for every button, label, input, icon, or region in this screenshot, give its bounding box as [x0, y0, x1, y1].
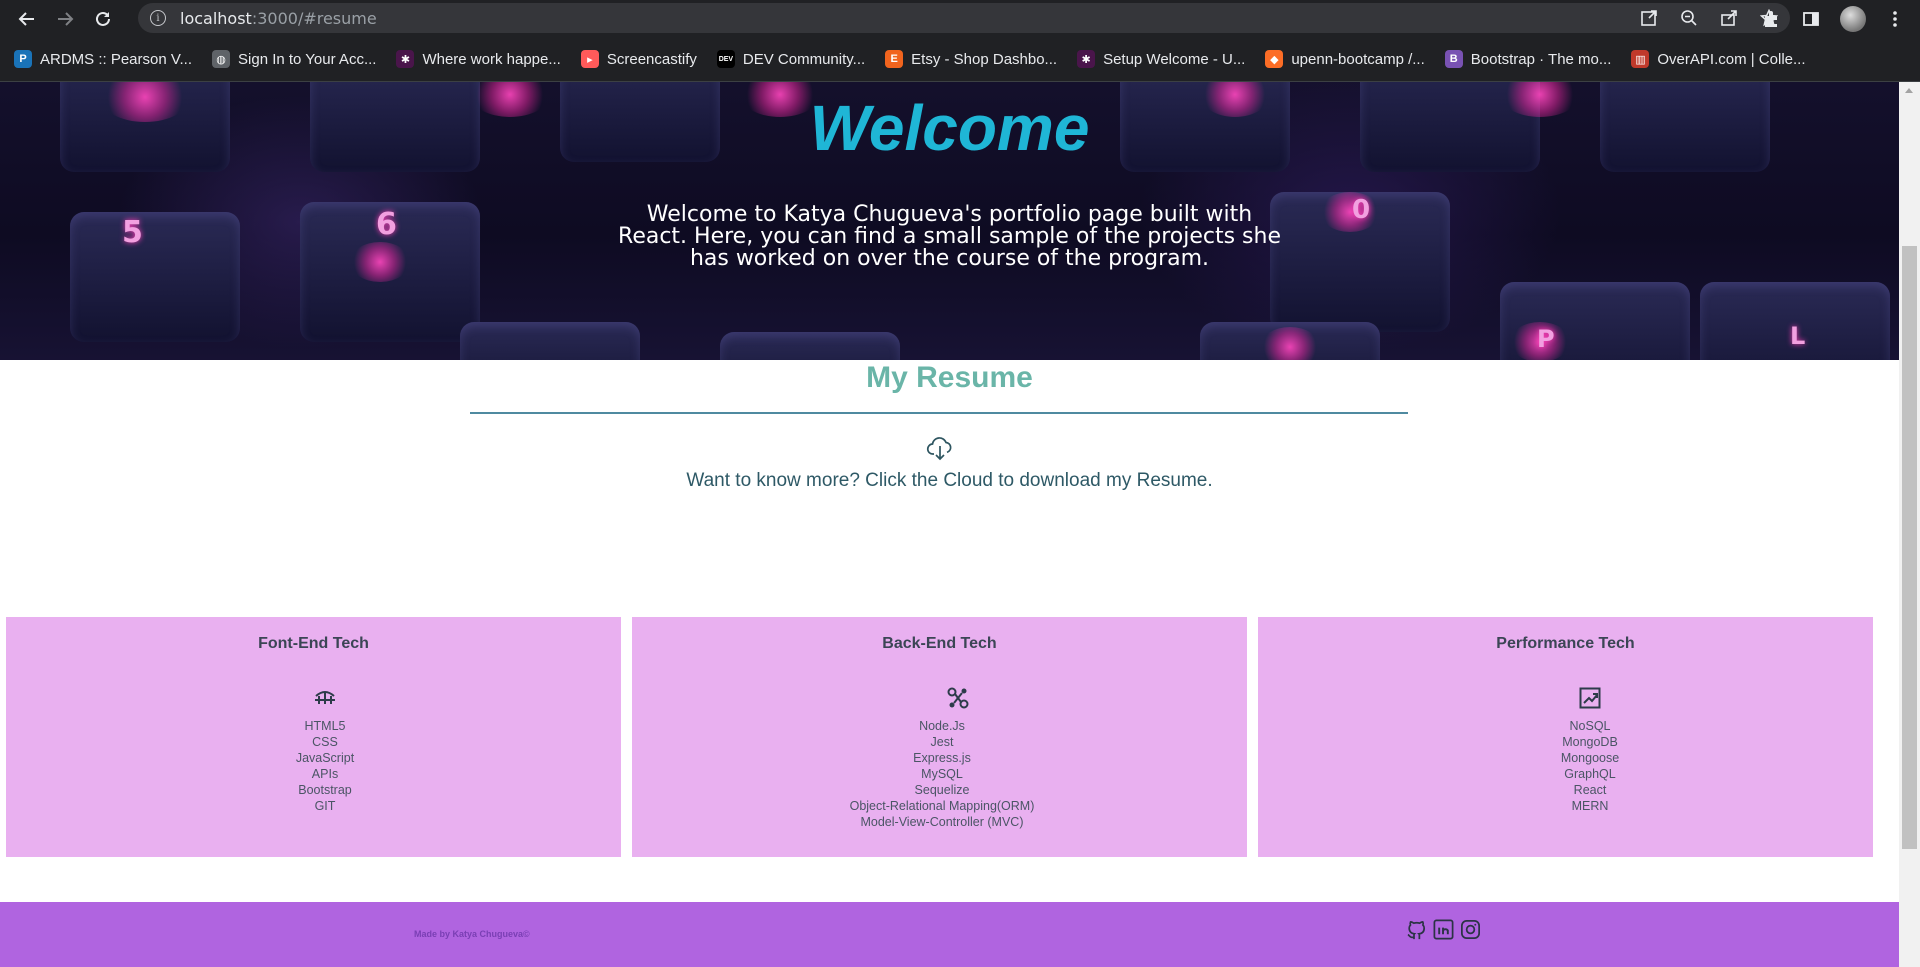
reload-icon [96, 11, 110, 26]
bookmark-item[interactable]: ◆ upenn-bootcamp /... [1265, 50, 1425, 68]
resume-download-text: Want to know more? Click the Cloud to do… [686, 470, 1213, 491]
card-front-end: Font-End Tech HTML5 CSS JavaScript APIs Boot… [6, 617, 621, 857]
chart-up-icon [1578, 686, 1602, 710]
hero-title: Welcome [809, 92, 1090, 164]
card-title: Font-End Tech [258, 635, 369, 652]
scroll-up-arrow[interactable] [1905, 88, 1913, 93]
tech-list-item: GraphQL [1564, 767, 1616, 781]
side-panel-icon[interactable] [1800, 8, 1822, 30]
bookmark-label: Setup Welcome - U... [1103, 50, 1246, 68]
bookmark-item[interactable]: ◍ Sign In to Your Acc... [212, 50, 376, 68]
bookmark-item[interactable]: ✱ Where work happe... [396, 50, 561, 68]
bookmark-item[interactable]: E Etsy - Shop Dashbo... [885, 50, 1057, 68]
profile-avatar[interactable] [1840, 5, 1866, 32]
share-icon[interactable] [1718, 7, 1740, 29]
tech-list-item: Sequelize [914, 783, 970, 797]
tech-list-item: HTML5 [304, 719, 346, 733]
arrow-right-icon [58, 11, 74, 26]
bootstrap-icon: B [1444, 50, 1463, 68]
tech-list-item: JavaScript [295, 751, 355, 765]
tech-list-item: Jest [930, 735, 954, 749]
overapi-icon: ▥ [1631, 50, 1650, 68]
tech-list-item: CSS [312, 735, 338, 749]
tech-list-item: NoSQL [1569, 719, 1611, 733]
tech-list-item: MongoDB [1562, 735, 1618, 749]
bookmark-label: Screencastify [606, 50, 697, 68]
card-list: Node.Js Jest Express.js MySQL Sequelize Objec… [832, 718, 1052, 830]
bookmark-item[interactable]: ✱ Setup Welcome - U... [1077, 50, 1245, 68]
tech-list-item: GIT [314, 799, 336, 813]
bookmark-item[interactable]: B Bootstrap · The mo... [1444, 50, 1612, 68]
globe-icon: ◍ [212, 50, 231, 68]
hero-banner: 5 6 0 P L Welcome Welcome to Katya Chugu… [0, 82, 1899, 360]
bookmark-label: Bootstrap · The mo... [1470, 50, 1612, 68]
arrow-left-icon [18, 11, 34, 26]
etsy-icon: E [885, 50, 904, 68]
tech-list-item: Mongoose [1560, 751, 1620, 765]
info-icon[interactable]: i [150, 10, 166, 26]
menu-kebab-icon[interactable] [1884, 8, 1906, 30]
forward-button[interactable] [46, 0, 84, 37]
reload-button[interactable] [84, 0, 122, 37]
bookmark-item[interactable]: DEV DEV Community... [716, 50, 866, 68]
address-bar[interactable]: i localhost:3000/#resume [138, 3, 1790, 33]
instagram-icon[interactable] [1459, 918, 1482, 941]
bookmark-item[interactable]: ▸ Screencastify [580, 50, 697, 68]
tech-list-item: Node.Js [919, 719, 965, 733]
page-scrollbar[interactable] [1899, 82, 1920, 967]
dev-icon: DEV [716, 50, 735, 68]
tech-list-item: APIs [311, 767, 339, 781]
bookmark-label: Etsy - Shop Dashbo... [911, 50, 1058, 68]
screencastify-icon: ▸ [580, 50, 599, 68]
tech-list-item: Model-View-Controller (MVC) [860, 815, 1024, 829]
card-performance: Performance Tech NoSQL MongoDB Mongoose Gra… [1258, 617, 1873, 857]
linkedin-icon[interactable] [1432, 918, 1455, 941]
tech-cards: Font-End Tech HTML5 CSS JavaScript APIs Boot… [6, 617, 1892, 857]
open-in-app-icon[interactable] [1638, 7, 1660, 29]
tech-list-item: Bootstrap [298, 783, 352, 797]
footer-copyright: Made by Katya Chugueva© [414, 929, 530, 939]
tech-list-item: MySQL [921, 767, 963, 781]
bookmark-label: Where work happe... [422, 50, 561, 68]
extensions-icon[interactable] [1760, 8, 1782, 30]
nodes-icon [946, 686, 970, 710]
tech-list-item: React [1573, 783, 1607, 797]
gitlab-icon: ◆ [1265, 50, 1284, 68]
back-button[interactable] [8, 0, 46, 37]
bookmark-label: Sign In to Your Acc... [238, 50, 377, 68]
scroll-thumb[interactable] [1902, 246, 1917, 849]
page-viewport: 5 6 0 P L Welcome Welcome to Katya Chugu… [0, 82, 1899, 967]
section-divider [470, 412, 1408, 414]
card-list: NoSQL MongoDB Mongoose GraphQL React MERN [1480, 718, 1700, 814]
zoom-icon[interactable] [1678, 7, 1700, 29]
card-title: Back-End Tech [882, 635, 997, 652]
bookmark-label: ARDMS :: Pearson V... [40, 50, 193, 68]
card-list: HTML5 CSS JavaScript APIs Bootstrap GIT [215, 718, 435, 814]
slack-icon: ✱ [396, 50, 415, 68]
tech-list-item: MERN [1571, 799, 1609, 813]
tech-list-item: Object-Relational Mapping(ORM) [849, 799, 1035, 813]
card-back-end: Back-End Tech Node.Js Jest Express.js MySQL… [632, 617, 1247, 857]
browser-toolbar: i localhost:3000/#resume [0, 0, 1920, 37]
github-icon[interactable] [1405, 918, 1428, 941]
cloud-download-icon[interactable] [926, 434, 954, 462]
slack-icon: ✱ [1077, 50, 1096, 68]
bookmarks-bar: P ARDMS :: Pearson V... ◍ Sign In to Your A… [0, 37, 1920, 82]
resume-heading: My Resume [866, 361, 1033, 394]
bookmark-item[interactable]: ▥ OverAPI.com | Colle... [1631, 50, 1806, 68]
card-title: Performance Tech [1496, 635, 1635, 652]
bookmark-label: DEV Community... [742, 50, 866, 68]
bookmark-label: OverAPI.com | Colle... [1657, 50, 1806, 68]
bookmark-item[interactable]: P ARDMS :: Pearson V... [14, 50, 192, 68]
footer: Made by Katya Chugueva© [0, 902, 1899, 967]
hero-intro-text: Welcome to Katya Chugueva's portfolio pa… [618, 202, 1281, 271]
pearson-icon: P [14, 50, 32, 68]
tech-list-item: Express.js [913, 751, 971, 765]
bridge-icon [313, 686, 337, 710]
url-text: localhost:3000/#resume [180, 8, 377, 28]
bookmark-label: upenn-bootcamp /... [1291, 50, 1425, 68]
